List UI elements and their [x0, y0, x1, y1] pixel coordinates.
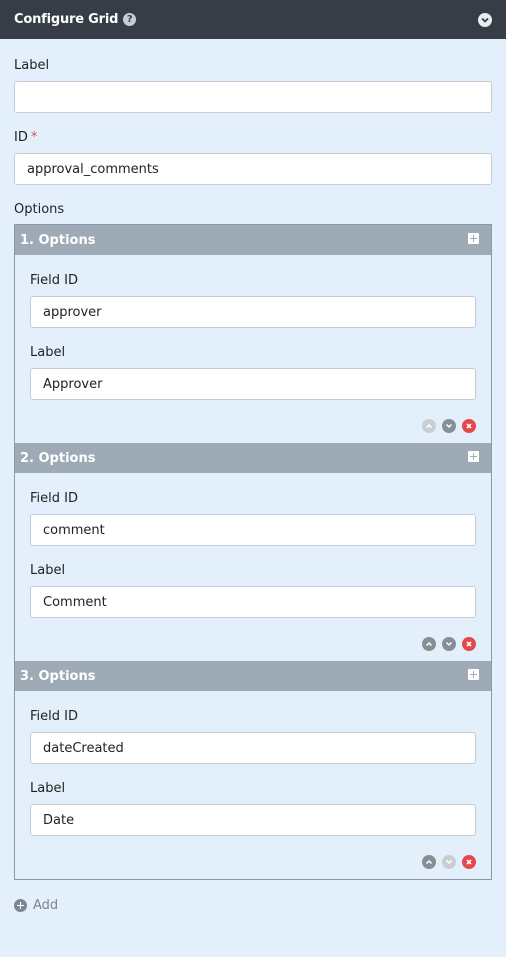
id-label-text: ID: [14, 130, 28, 145]
help-icon[interactable]: ?: [123, 13, 137, 26]
field-id-input[interactable]: dateCreated: [30, 732, 476, 764]
option-title: 1. Options: [20, 232, 96, 248]
option-label-label: Label: [30, 563, 66, 578]
expand-plus-icon[interactable]: [468, 451, 479, 462]
delete-icon[interactable]: [462, 855, 476, 869]
move-up-icon[interactable]: [422, 637, 436, 651]
move-up-icon[interactable]: [422, 855, 436, 869]
option-title: 3. Options: [20, 668, 96, 684]
move-down-icon[interactable]: [442, 419, 456, 433]
option-group: 3. Options Field ID dateCreated Label Da…: [15, 661, 491, 879]
field-id-input[interactable]: comment: [30, 514, 476, 546]
option-label-input[interactable]: Approver: [30, 368, 476, 400]
required-marker: *: [30, 130, 38, 145]
label-field-label: Label: [14, 58, 50, 73]
option-label-input[interactable]: Comment: [30, 586, 476, 618]
id-field-label: ID *: [14, 130, 492, 146]
option-group: 2. Options Field ID comment Label Commen…: [15, 443, 491, 661]
field-id-input[interactable]: approver: [30, 296, 476, 328]
option-header[interactable]: 1. Options: [15, 225, 491, 255]
add-circle-icon: [14, 899, 27, 912]
label-input[interactable]: [14, 81, 492, 113]
add-option-button[interactable]: Add: [14, 898, 492, 913]
option-label-label: Label: [30, 345, 66, 360]
move-up-icon: [422, 419, 436, 433]
collapse-chevron-icon[interactable]: [478, 12, 492, 27]
expand-plus-icon[interactable]: [468, 669, 479, 680]
option-header[interactable]: 2. Options: [15, 443, 491, 473]
option-label-label: Label: [30, 781, 66, 796]
move-down-icon: [442, 855, 456, 869]
panel-title: Configure Grid: [14, 12, 119, 27]
add-label: Add: [33, 898, 59, 913]
delete-icon[interactable]: [462, 637, 476, 651]
option-controls: [30, 854, 476, 870]
field-id-label: Field ID: [30, 709, 78, 724]
option-label-input[interactable]: Date: [30, 804, 476, 836]
panel-header: Configure Grid ?: [0, 0, 506, 39]
options-label: Options: [14, 202, 65, 217]
field-id-label: Field ID: [30, 273, 78, 288]
option-header[interactable]: 3. Options: [15, 661, 491, 691]
expand-plus-icon[interactable]: [468, 233, 479, 244]
option-controls: [30, 636, 476, 652]
option-controls: [30, 418, 476, 434]
panel-body: Label ID * approval_comments Options 1. O…: [0, 39, 506, 913]
option-group: 1. Options Field ID approver Label Appro…: [15, 225, 491, 443]
id-input[interactable]: approval_comments: [14, 153, 492, 185]
field-id-label: Field ID: [30, 491, 78, 506]
options-list: 1. Options Field ID approver Label Appro…: [14, 224, 492, 880]
delete-icon[interactable]: [462, 419, 476, 433]
move-down-icon[interactable]: [442, 637, 456, 651]
option-title: 2. Options: [20, 450, 96, 466]
